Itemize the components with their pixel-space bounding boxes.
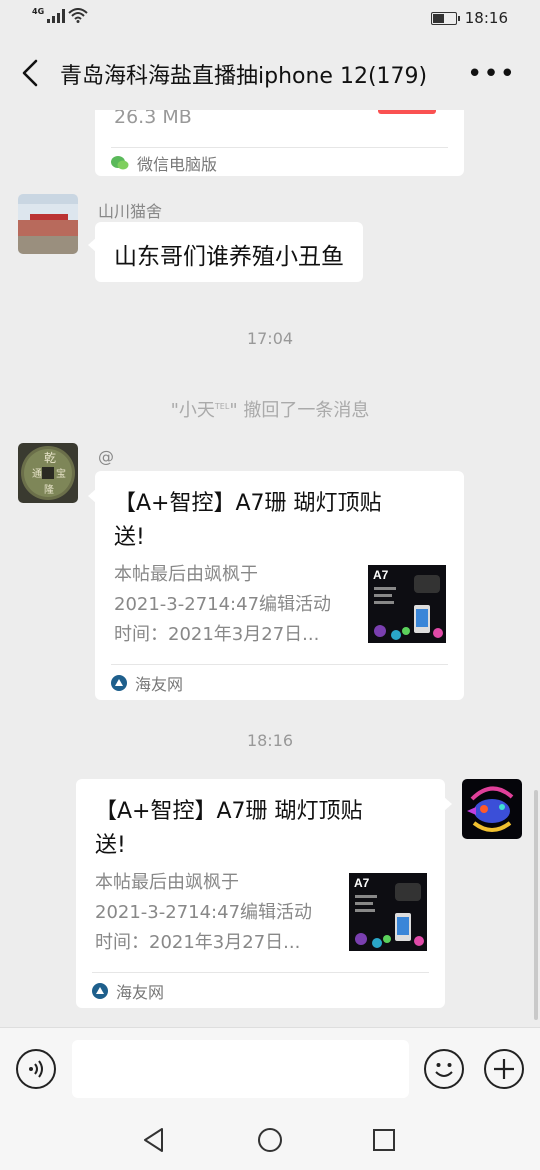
link-description: 本帖最后由飒枫于 2021-3-2714:47编辑活动 时间：2021年3月27… bbox=[95, 872, 313, 953]
card-footer: 海友网 bbox=[111, 664, 448, 700]
input-bar bbox=[0, 1027, 540, 1109]
file-type-badge bbox=[378, 110, 436, 114]
avatar[interactable] bbox=[18, 194, 78, 254]
emoji-icon[interactable] bbox=[424, 1049, 464, 1089]
source-label: 海友网 bbox=[135, 674, 184, 694]
voice-icon[interactable] bbox=[16, 1049, 56, 1089]
recall-notice: "小天TEL" 撤回了一条消息 bbox=[0, 396, 540, 422]
wechat-pc-icon bbox=[111, 155, 129, 169]
avatar[interactable] bbox=[462, 779, 522, 839]
source-label: 海友网 bbox=[116, 982, 165, 1002]
file-card[interactable]: 26.3 MB 微信电脑版 bbox=[95, 110, 464, 176]
timestamp: 17:04 bbox=[246, 329, 294, 348]
message-list[interactable]: 26.3 MB 微信电脑版 山川猫舍 山东哥们谁养殖小丑鱼 17:04 "小天T… bbox=[0, 110, 540, 1027]
source-label: 微信电脑版 bbox=[137, 154, 218, 174]
chat-header: 青岛海科海盐直播抽iphone 12(179) ••• bbox=[0, 38, 540, 110]
wifi-icon bbox=[68, 8, 88, 23]
svg-text:宝: 宝 bbox=[56, 467, 66, 480]
link-thumbnail: A7 bbox=[368, 565, 446, 643]
link-card[interactable]: 【A+智控】A7珊 瑚灯顶贴 送! 本帖最后由飒枫于 2021-3-2714:4… bbox=[76, 779, 452, 1008]
text-bubble[interactable]: 山东哥们谁养殖小丑鱼 bbox=[88, 222, 363, 282]
file-size: 26.3 MB bbox=[114, 110, 192, 128]
link-title: 【A+智控】A7珊 瑚灯顶贴 送! bbox=[95, 799, 363, 858]
plus-icon[interactable] bbox=[484, 1049, 524, 1089]
site-logo-icon bbox=[111, 674, 127, 691]
recall-quote: " bbox=[229, 400, 238, 421]
battery-icon bbox=[430, 11, 460, 25]
scrollbar[interactable] bbox=[534, 790, 538, 1020]
timestamp: 18:16 bbox=[246, 731, 294, 750]
sender-name: 山川猫舍 bbox=[98, 202, 163, 221]
site-logo-icon bbox=[92, 982, 108, 999]
recall-user: "小天 bbox=[170, 400, 215, 421]
card-footer: 海友网 bbox=[92, 972, 429, 1008]
recall-badge: TEL bbox=[214, 402, 230, 411]
link-thumbnail: A7 bbox=[349, 873, 427, 951]
more-options-icon[interactable]: ••• bbox=[467, 61, 516, 87]
status-bar: 4G 18:16 bbox=[0, 0, 540, 38]
system-nav-bar bbox=[0, 1109, 540, 1170]
back-arrow-icon[interactable] bbox=[18, 58, 44, 88]
message-input[interactable] bbox=[72, 1040, 409, 1098]
card-footer: 微信电脑版 bbox=[111, 147, 448, 177]
link-card[interactable]: 【A+智控】A7珊 瑚灯顶贴 送! 本帖最后由飒枫于 2021-3-2714:4… bbox=[88, 471, 464, 700]
chat-title: 青岛海科海盐直播抽iphone 12(179) bbox=[60, 64, 428, 89]
network-type: 4G bbox=[32, 7, 45, 16]
recall-action: 撤回了一条消息 bbox=[243, 400, 370, 421]
svg-text:隆: 隆 bbox=[44, 483, 54, 496]
sender-name: @ bbox=[98, 447, 114, 466]
nav-home-icon[interactable] bbox=[257, 1127, 283, 1153]
svg-text:通: 通 bbox=[32, 468, 42, 480]
link-title: 【A+智控】A7珊 瑚灯顶贴 送! bbox=[114, 491, 382, 550]
signal-icon bbox=[47, 8, 66, 23]
avatar[interactable]: 乾 通 宝 隆 bbox=[18, 443, 78, 503]
clock: 18:16 bbox=[464, 9, 508, 27]
nav-recents-icon[interactable] bbox=[372, 1128, 396, 1152]
link-description: 本帖最后由飒枫于 2021-3-2714:47编辑活动 时间：2021年3月27… bbox=[114, 564, 332, 645]
svg-text:乾: 乾 bbox=[44, 451, 56, 465]
nav-back-icon[interactable] bbox=[142, 1127, 166, 1153]
